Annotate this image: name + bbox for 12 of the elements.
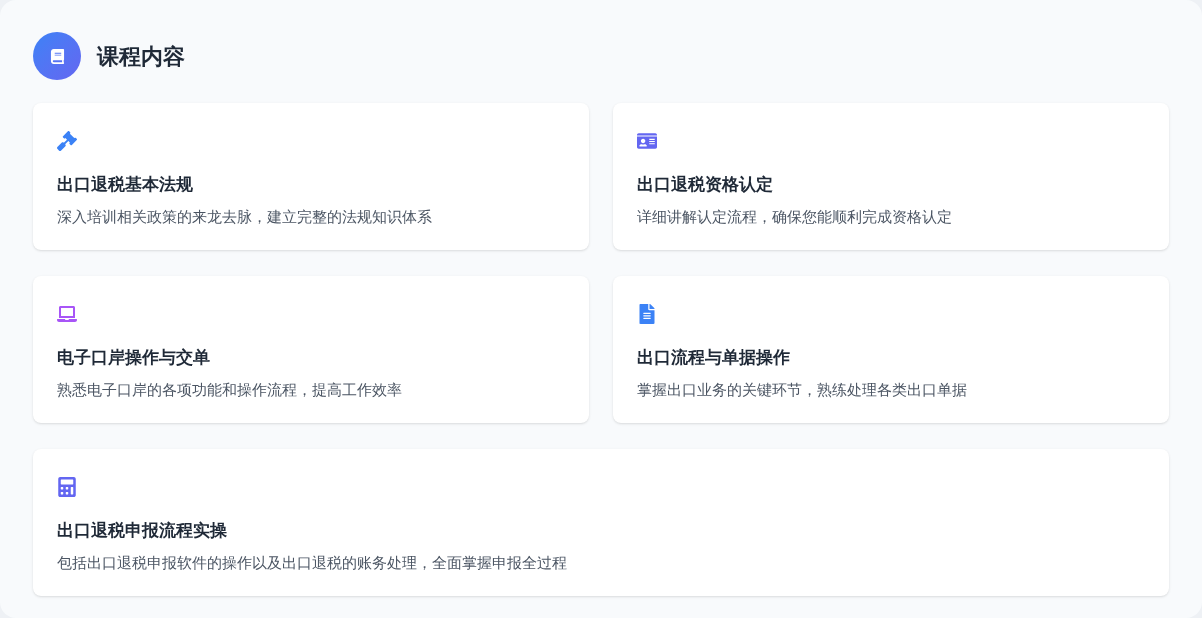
course-title: 出口流程与单据操作 [637,347,791,369]
course-title: 出口退税资格认定 [637,174,774,196]
course-title: 出口退税申报流程实操 [57,520,228,542]
course-description: 掌握出口业务的关键环节，熟练处理各类出口单据 [637,380,968,400]
course-description: 深入培训相关政策的来龙去脉，建立完整的法规知识体系 [57,207,433,227]
course-title: 电子口岸操作与交单 [57,347,211,369]
course-title: 出口退税基本法规 [57,174,194,196]
section-title: 课程内容 [97,42,185,71]
course-description: 详细讲解认定流程，确保您能顺利完成资格认定 [637,207,953,227]
course-description: 包括出口退税申报软件的操作以及出口退税的账务处理，全面掌握申报全过程 [57,553,568,573]
book-badge-icon [33,32,81,80]
course-description: 熟悉电子口岸的各项功能和操作流程，提高工作效率 [57,380,403,400]
